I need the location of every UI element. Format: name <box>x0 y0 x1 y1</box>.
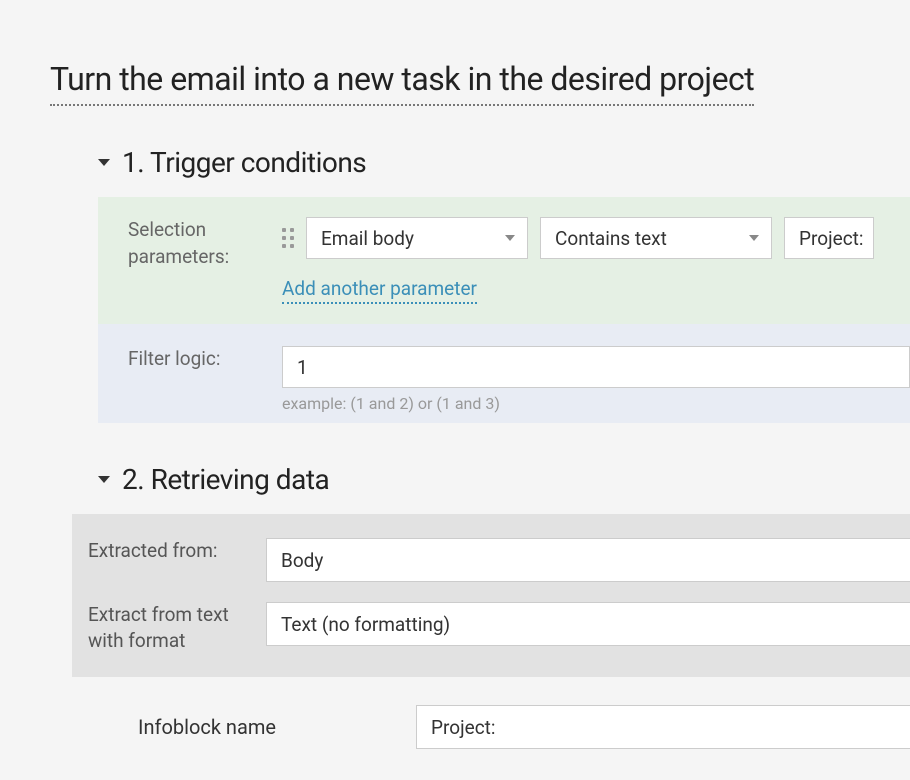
operator-select-value: Contains text <box>555 227 667 250</box>
selection-parameters-label: Selection parameters: <box>128 217 258 270</box>
operator-select[interactable]: Contains text <box>540 217 772 259</box>
section-title: 2. Retrieving data <box>122 463 329 496</box>
filter-logic-input[interactable] <box>282 346 910 388</box>
caret-down-icon <box>98 476 110 483</box>
caret-down-icon <box>98 159 110 166</box>
infoblock-row: Infoblock name <box>72 677 910 749</box>
infoblock-name-input[interactable] <box>416 705 910 749</box>
filter-logic-hint: example: (1 and 2) or (1 and 3) <box>282 394 910 413</box>
extract-format-input[interactable] <box>266 602 910 646</box>
extracted-from-input[interactable] <box>266 538 910 582</box>
drag-handle-icon[interactable] <box>282 228 294 248</box>
page-title: Turn the email into a new task in the de… <box>50 60 754 106</box>
section-retrieving-data: 2. Retrieving data Extracted from: Extra… <box>50 463 910 749</box>
extracted-from-label: Extracted from: <box>88 538 254 564</box>
infoblock-name-label: Infoblock name <box>138 715 404 739</box>
value-select[interactable]: Project: <box>784 217 874 259</box>
selection-parameters-panel: Selection parameters: Email body Contain… <box>98 197 910 324</box>
field-select-value: Email body <box>321 227 414 250</box>
extract-format-label: Extract from text with format <box>88 602 254 653</box>
add-parameter-link[interactable]: Add another parameter <box>282 277 477 304</box>
section-header[interactable]: 1. Trigger conditions <box>98 146 910 179</box>
section-trigger-conditions: 1. Trigger conditions Selection paramete… <box>50 146 910 423</box>
chevron-down-icon <box>749 235 759 241</box>
retrieving-data-panel: Extracted from: Extract from text with f… <box>72 514 910 677</box>
filter-logic-label: Filter logic: <box>128 346 258 373</box>
section-title: 1. Trigger conditions <box>122 146 366 179</box>
value-select-value: Project: <box>799 227 863 250</box>
field-select[interactable]: Email body <box>306 217 528 259</box>
parameter-row: Email body Contains text Project: <box>282 217 910 259</box>
chevron-down-icon <box>505 235 515 241</box>
section-header[interactable]: 2. Retrieving data <box>98 463 910 496</box>
filter-logic-panel: Filter logic: example: (1 and 2) or (1 a… <box>98 324 910 423</box>
